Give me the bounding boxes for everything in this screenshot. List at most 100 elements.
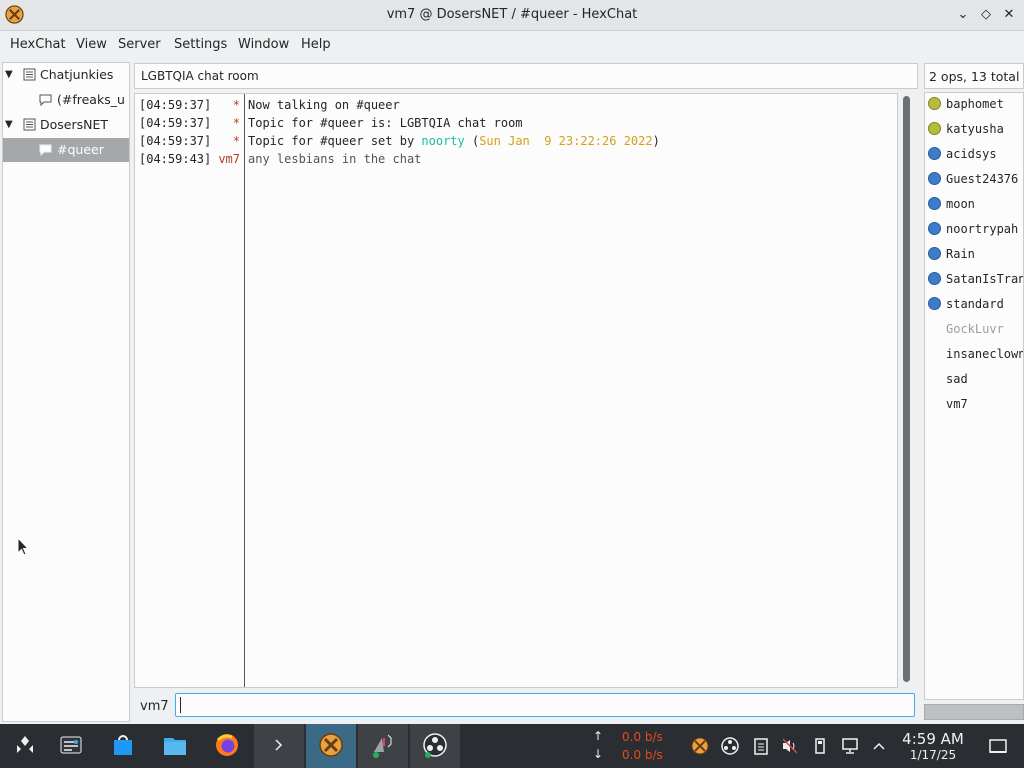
menu-bar: HexChat View Server Settings Window Help	[0, 31, 1024, 59]
clock-time: 4:59 AM	[902, 730, 964, 748]
voice-status-icon	[928, 247, 941, 260]
message-input[interactable]	[175, 693, 915, 717]
audio-app-icon	[373, 734, 392, 758]
timestamp: [04:59:43]	[139, 152, 212, 166]
taskbar-files[interactable]	[150, 724, 200, 768]
hexchat-tray-icon[interactable]	[690, 736, 710, 756]
menu-server[interactable]: Server	[118, 37, 161, 52]
taskbar-obs[interactable]	[410, 724, 460, 768]
user-item[interactable]: sad	[925, 368, 1023, 392]
title-bar: vm7 @ DosersNET / #queer - HexChat ⌄ ◇ ✕	[0, 0, 1024, 31]
menu-help[interactable]: Help	[301, 37, 331, 52]
maximize-icon[interactable]: ◇	[977, 6, 995, 24]
user-item[interactable]: vm7	[925, 393, 1023, 417]
mouse-pointer-icon	[17, 537, 29, 556]
chat-line: [04:59:37] * Topic for #queer is: LGBTQIA …	[135, 114, 895, 132]
voice-status-icon	[928, 197, 941, 210]
menu-window[interactable]: Window	[238, 37, 289, 52]
taskbar-audio-app[interactable]	[358, 724, 408, 768]
taskbar-firefox[interactable]	[202, 724, 252, 768]
menu-settings[interactable]: Settings	[174, 37, 227, 52]
channel-icon	[39, 94, 52, 106]
chat-nick[interactable]: *	[233, 134, 240, 148]
volume-muted-icon[interactable]	[780, 736, 800, 756]
tree-channel-freaks[interactable]: (#freaks_u	[3, 88, 129, 112]
user-item[interactable]: Guest24376	[925, 168, 1023, 192]
chat-line: [04:59:37] * Topic for #queer set by noort…	[135, 132, 895, 150]
clipboard-icon[interactable]	[751, 736, 771, 756]
user-name: standard	[946, 297, 1004, 311]
op-status-icon	[928, 122, 941, 135]
obs-icon	[423, 733, 447, 758]
taskbar-terminal[interactable]	[254, 724, 304, 768]
userlist-resize-handle[interactable]	[924, 704, 1024, 720]
launcher-icon	[17, 736, 33, 753]
user-list[interactable]: baphomet katyusha acidsys Guest24376 moon noo…	[924, 92, 1024, 700]
show-desktop-icon[interactable]	[988, 736, 1008, 756]
taskbar-settings[interactable]	[46, 724, 96, 768]
nick-separator	[244, 94, 245, 687]
user-name: moon	[946, 197, 975, 211]
user-item[interactable]: moon	[925, 193, 1023, 217]
message-fragment: Now talking on #queer	[248, 98, 400, 112]
chat-scrollbar[interactable]	[903, 96, 910, 682]
user-name: katyusha	[946, 122, 1004, 136]
menu-view[interactable]: View	[76, 37, 107, 52]
removable-device-icon[interactable]	[810, 736, 830, 756]
user-name: noortrypah	[946, 222, 1019, 236]
message-fragment: noorty	[421, 134, 465, 148]
obs-tray-icon[interactable]	[720, 736, 740, 756]
user-item[interactable]: GockLuvr	[925, 318, 1023, 342]
network-icon[interactable]	[840, 736, 860, 756]
user-name: sad	[946, 372, 968, 386]
message-fragment: (	[464, 134, 480, 148]
taskbar-hexchat[interactable]	[306, 724, 356, 768]
nick-button[interactable]: vm7	[140, 699, 169, 714]
user-name: vm7	[946, 397, 968, 411]
user-name: GockLuvr	[946, 322, 1004, 336]
chat-log[interactable]: [04:59:37] * Now talking on #queer [04:59:3…	[134, 93, 898, 688]
timestamp: [04:59:37]	[139, 116, 212, 130]
net-download-rate: 0.0 b/s	[622, 748, 663, 762]
user-item[interactable]: SatanIsTran	[925, 268, 1023, 292]
close-icon[interactable]: ✕	[1000, 6, 1018, 24]
channel-tree: ▼ Chatjunkies (#freaks_u ▼ DosersNET #qu…	[2, 62, 130, 722]
minimize-icon[interactable]: ⌄	[954, 6, 972, 24]
tree-server-dosersnet[interactable]: ▼ DosersNET	[3, 113, 129, 137]
user-item[interactable]: baphomet	[925, 93, 1023, 117]
user-item[interactable]: acidsys	[925, 143, 1023, 167]
chat-nick[interactable]: *	[233, 116, 240, 130]
app-launcher-button[interactable]	[0, 724, 50, 768]
voice-status-icon	[928, 172, 941, 185]
net-download: ↓	[593, 747, 604, 761]
window-title: vm7 @ DosersNET / #queer - HexChat	[386, 7, 638, 22]
user-item[interactable]: standard	[925, 293, 1023, 317]
expand-arrow-icon[interactable]: ▼	[5, 119, 13, 130]
op-status-icon	[928, 97, 941, 110]
user-item[interactable]: noortrypah	[925, 218, 1023, 242]
tree-server-chatjunkies[interactable]: ▼ Chatjunkies	[3, 63, 129, 87]
user-item[interactable]: katyusha	[925, 118, 1023, 142]
chat-nick[interactable]: vm7	[218, 152, 240, 166]
server-icon	[23, 68, 36, 81]
voice-status-icon	[928, 222, 941, 235]
message-fragment: Topic for #queer set by	[248, 134, 422, 148]
net-upload: ↑	[593, 729, 604, 743]
tray-expand-icon[interactable]	[869, 736, 889, 756]
expand-arrow-icon[interactable]: ▼	[5, 69, 13, 80]
user-item[interactable]: insaneclown	[925, 343, 1023, 367]
chat-line: [04:59:37] * Now talking on #queer	[135, 96, 895, 114]
clock[interactable]: 4:59 AM 1/17/25	[896, 730, 970, 763]
menu-hexchat[interactable]: HexChat	[10, 37, 66, 52]
terminal-icon	[268, 735, 290, 755]
clock-date: 1/17/25	[909, 748, 957, 762]
message-fragment: any lesbians in the chat	[248, 152, 422, 166]
chat-message: any lesbians in the chat	[248, 152, 421, 166]
chat-nick[interactable]: *	[233, 98, 240, 112]
user-item[interactable]: Rain	[925, 243, 1023, 267]
server-icon	[23, 118, 36, 131]
topic-bar[interactable]: LGBTQIA chat room	[134, 63, 918, 89]
net-upload-rate: 0.0 b/s	[622, 730, 663, 744]
taskbar-store[interactable]	[98, 724, 148, 768]
tree-channel-queer[interactable]: #queer	[3, 138, 129, 162]
